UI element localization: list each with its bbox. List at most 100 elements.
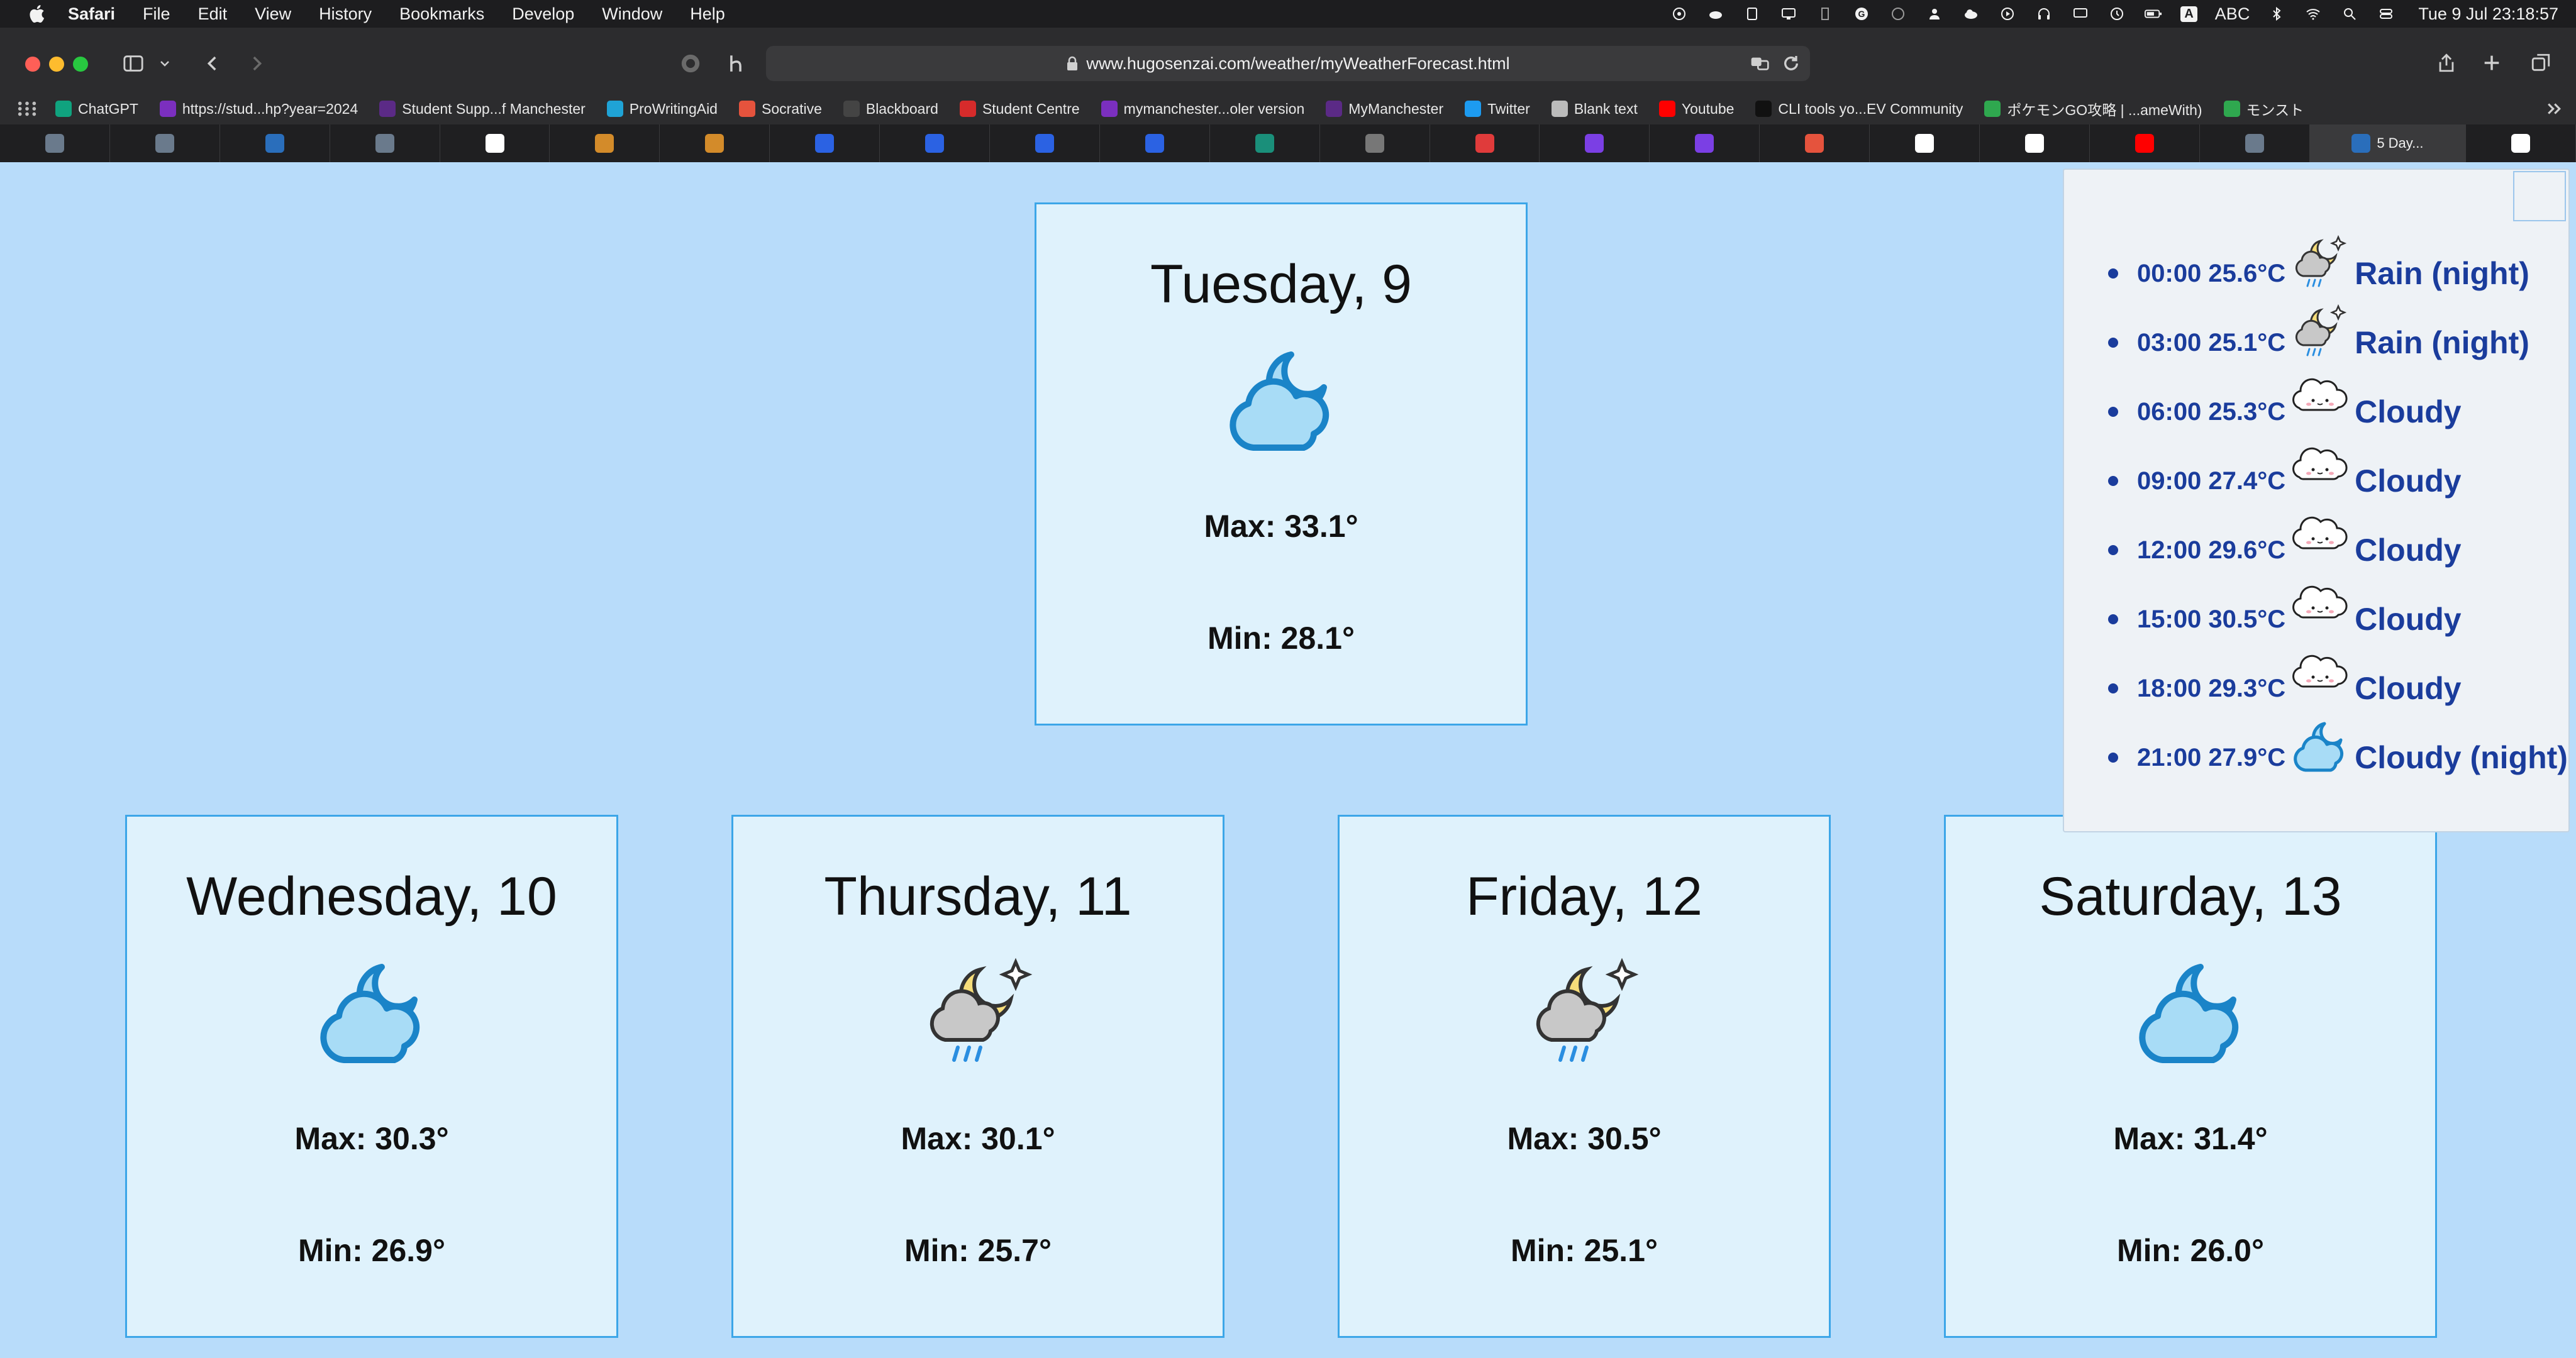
share-button[interactable] (2434, 50, 2459, 75)
icloud-icon[interactable] (1962, 6, 1980, 22)
bookmarks-overflow-icon[interactable] (2545, 99, 2563, 118)
browser-tab[interactable] (1760, 124, 1870, 162)
new-tab-button[interactable] (2479, 50, 2504, 75)
user-icon[interactable] (1925, 6, 1944, 22)
back-button[interactable] (200, 51, 225, 76)
battery-saver-icon[interactable] (1816, 6, 1835, 22)
browser-tab[interactable] (1540, 124, 1650, 162)
bookmark-item[interactable]: ProWritingAid (606, 100, 718, 118)
bookmark-item[interactable]: CLI tools yo...EV Community (1755, 101, 1963, 118)
tab-overview-button[interactable] (2528, 50, 2553, 75)
bookmark-item[interactable]: Blank text (1551, 101, 1638, 118)
browser-tab[interactable] (1980, 124, 2090, 162)
reload-icon[interactable] (1781, 53, 1801, 74)
bookmark-item[interactable]: ポケモンGO攻略 | ...ameWith) (1984, 98, 2202, 119)
input-source-badge[interactable]: A (2180, 6, 2197, 22)
hourly-item: 12:00 29.6°C Cloudy (2108, 516, 2568, 585)
browser-tab[interactable] (660, 124, 770, 162)
menu-help[interactable]: Help (690, 4, 725, 24)
input-source-label[interactable]: ABC (2215, 4, 2250, 24)
site-icon (45, 134, 64, 153)
forecast-day: Tuesday, 9 (1150, 254, 1412, 314)
chatgpt-icon[interactable] (1670, 6, 1689, 22)
forward-button[interactable] (244, 51, 269, 76)
rain-night-icon (2288, 231, 2351, 294)
browser-tab[interactable] (110, 124, 220, 162)
browser-tab[interactable] (220, 124, 330, 162)
browser-tab[interactable] (330, 124, 440, 162)
time-machine-icon[interactable] (2107, 6, 2126, 22)
bookmark-item[interactable]: Blackboard (843, 101, 938, 118)
menu-edit[interactable]: Edit (198, 4, 228, 24)
headphones-icon[interactable] (2035, 6, 2053, 22)
cloud-app-icon[interactable] (1706, 6, 1725, 22)
battery-icon[interactable] (2144, 6, 2163, 22)
menu-file[interactable]: File (143, 4, 170, 24)
screen-mirroring-icon[interactable] (2071, 6, 2090, 22)
bookmark-item[interactable]: ChatGPT (55, 101, 138, 118)
browser-tab[interactable] (990, 124, 1100, 162)
bookmark-item[interactable]: Twitter (1465, 101, 1530, 118)
browser-tab[interactable] (880, 124, 991, 162)
browser-tab[interactable] (550, 124, 660, 162)
apps-grid-icon[interactable] (16, 101, 38, 117)
menu-view[interactable]: View (255, 4, 291, 24)
search-icon[interactable] (2340, 6, 2359, 22)
close-window-button[interactable] (25, 57, 40, 72)
address-bar[interactable]: www.hugosenzai.com/weather/myWeatherFore… (766, 46, 1810, 81)
browser-tab[interactable] (1870, 124, 1980, 162)
grammarly-icon[interactable]: G (1852, 6, 1871, 22)
zoom-window-button[interactable] (73, 57, 88, 72)
menu-bookmarks[interactable]: Bookmarks (399, 4, 484, 24)
bookmark-item[interactable]: MyManchester (1326, 101, 1443, 118)
minimize-window-button[interactable] (49, 57, 64, 72)
bookmark-item[interactable]: https://stud...hp?year=2024 (159, 101, 358, 118)
browser-tab[interactable] (0, 124, 110, 162)
bookmark-label: ProWritingAid (629, 100, 718, 117)
bookmark-label: モンスト (2246, 102, 2304, 118)
document-icon[interactable] (1743, 6, 1762, 22)
grammarly-extension-button[interactable] (678, 51, 703, 76)
popup-corner-box[interactable] (2513, 171, 2566, 221)
url-text[interactable]: www.hugosenzai.com/weather/myWeatherFore… (1086, 54, 1509, 74)
browser-tab[interactable] (1430, 124, 1540, 162)
browser-tab-active[interactable]: 5 Day... (2309, 124, 2467, 162)
tab-group-dropdown[interactable] (157, 51, 172, 76)
sidebar-toggle-button[interactable] (121, 51, 146, 76)
forecast-min: Min: 26.9° (298, 1233, 445, 1268)
bookmark-item[interactable]: Student Supp...f Manchester (379, 101, 586, 118)
menu-app-name[interactable]: Safari (68, 4, 115, 24)
menu-window[interactable]: Window (602, 4, 662, 24)
browser-tab[interactable] (2090, 124, 2200, 162)
translate-icon[interactable] (1750, 53, 1770, 74)
menu-history[interactable]: History (319, 4, 372, 24)
bookmark-item[interactable]: Youtube (1658, 100, 1735, 118)
bluetooth-icon[interactable] (2267, 6, 2286, 22)
menu-bar-clock[interactable]: Tue 9 Jul 23:18:57 (2418, 4, 2558, 24)
bookmark-item[interactable]: Student Centre (959, 101, 1080, 118)
bookmark-item[interactable]: Socrative (738, 101, 822, 118)
apple-logo-icon[interactable] (24, 0, 49, 28)
wifi-icon[interactable] (2304, 6, 2323, 22)
vpn-icon[interactable] (1889, 6, 1907, 22)
xl-icon (1255, 134, 1274, 153)
bookmark-item[interactable]: モンスト (2223, 98, 2304, 119)
browser-tab[interactable] (1650, 124, 1760, 162)
browser-tab[interactable] (1210, 124, 1320, 162)
browser-tab[interactable] (770, 124, 880, 162)
browser-tab[interactable] (2466, 124, 2576, 162)
browser-tab[interactable] (440, 124, 550, 162)
display-icon[interactable] (1779, 6, 1798, 22)
honey-extension-button[interactable] (723, 51, 748, 76)
bookmark-label: Youtube (1681, 100, 1735, 117)
control-center-icon[interactable] (2377, 6, 2396, 22)
menu-develop[interactable]: Develop (512, 4, 574, 24)
hourly-item: 09:00 27.4°C Cloudy (2108, 446, 2568, 516)
monst-icon (2223, 101, 2240, 117)
s-icon (1365, 134, 1384, 153)
browser-tab[interactable] (2200, 124, 2310, 162)
browser-tab[interactable] (1100, 124, 1210, 162)
play-icon[interactable] (1998, 6, 2017, 22)
browser-tab[interactable] (1320, 124, 1430, 162)
bookmark-item[interactable]: mymanchester...oler version (1101, 101, 1304, 118)
